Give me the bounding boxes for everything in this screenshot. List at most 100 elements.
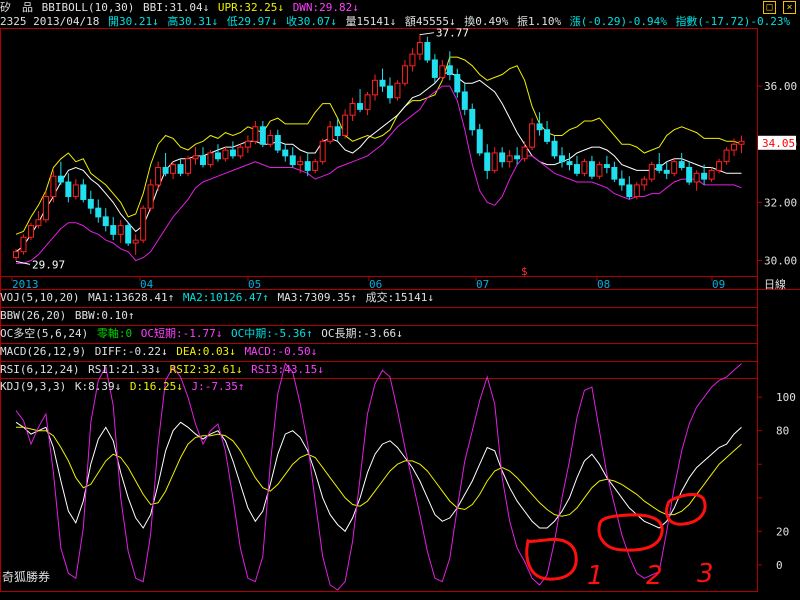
dividend-marker: $	[521, 265, 528, 278]
close-price: 收30.07↓	[286, 15, 337, 28]
candle-up	[50, 175, 57, 198]
rsi-2: RSI2:32.61↓	[169, 363, 243, 376]
macd-row[interactable]: MACD(26,12,9) DIFF:-0.22↓ DEA:0.03↓ MACD…	[0, 344, 319, 360]
candle-up	[140, 207, 147, 241]
candle-up	[192, 155, 199, 160]
candle-up	[633, 184, 640, 198]
candle-up	[416, 42, 423, 55]
candle-down	[446, 65, 453, 75]
candle-down	[588, 161, 595, 177]
kdj-d	[16, 426, 742, 517]
candle-up	[244, 140, 251, 148]
candle-up	[20, 236, 27, 253]
indicator-name[interactable]: BBIBOLL(10,30)	[42, 1, 135, 14]
quote-line: 2325 2013/04/18 開30.21↓ 高30.31↓ 低29.97↓ …	[0, 14, 792, 30]
oc-name: OC多空(5,6,24)	[0, 327, 89, 340]
change: 漲(-0.29)-0.94%	[569, 15, 667, 28]
candle-down	[573, 164, 580, 174]
voj-volume: 成交:15141↓	[365, 291, 435, 304]
dwn-value: DWN:29.82↓	[292, 1, 359, 14]
code-date: 2325 2013/04/18	[0, 15, 100, 28]
candle-up	[521, 146, 528, 160]
candle-up	[372, 79, 379, 96]
price-tick-label: 30.00	[764, 254, 797, 267]
close-icon[interactable]: ×	[783, 1, 796, 14]
kdj-d: D:16.25↓	[129, 380, 183, 393]
macd-dea: DEA:0.03↓	[176, 345, 236, 358]
month-label: 08	[597, 278, 610, 291]
candle-up	[693, 172, 700, 183]
open-price: 開30.21↓	[107, 15, 159, 28]
bbw-row[interactable]: BBW(26,20) BBW:0.10↑	[0, 308, 136, 324]
stock-name: 矽 品	[0, 1, 33, 14]
candle-up	[27, 225, 34, 238]
candle-down	[386, 85, 393, 99]
candle-up	[147, 184, 154, 209]
candle-down	[701, 172, 708, 180]
candle-down	[566, 161, 573, 166]
period-label: 日線	[764, 277, 786, 291]
low-mark-label: 29.97	[32, 258, 65, 271]
price-axis: 36.0034.0032.0030.0034.0537.7729.97	[15, 27, 797, 271]
annotation-circle-1	[525, 537, 578, 581]
kdj-j: J:-7.35↑	[191, 380, 245, 393]
oc-row[interactable]: OC多空(5,6,24) 零軸:0 OC短期:-1.77↓ OC中期:-5.36…	[0, 326, 405, 342]
kdj-lines	[15, 362, 742, 591]
volume: 量15141↓	[345, 15, 397, 28]
window-restore-icon[interactable]: □	[763, 1, 776, 14]
candle-down	[603, 164, 610, 168]
candle-down	[454, 73, 461, 93]
candle-up	[252, 126, 259, 142]
candle-down	[95, 207, 102, 218]
high-price: 高30.31↓	[167, 15, 219, 28]
band-dwn	[16, 85, 742, 264]
candle-down	[357, 103, 364, 110]
kdj-k: K:8.39↓	[74, 380, 122, 393]
kdj-axis: 100 80 20 0	[757, 391, 796, 572]
candle-down	[65, 181, 72, 198]
candle-down	[80, 184, 87, 200]
candle-up	[671, 161, 678, 174]
voj-name: VOJ(5,10,20)	[0, 291, 80, 304]
candle-up	[342, 114, 349, 137]
candle-down	[663, 169, 670, 174]
candle-down	[102, 216, 109, 227]
annotation-circle-2	[597, 513, 664, 552]
candle-down	[536, 123, 543, 131]
oc-short: OC短期:-1.77↓	[140, 327, 223, 340]
price-tick-label: 32.00	[764, 196, 797, 209]
macd-name: MACD(26,12,9)	[0, 345, 87, 358]
candle-up	[596, 164, 603, 177]
candle-down	[87, 198, 94, 209]
candle-down	[656, 164, 663, 171]
candle-up	[267, 135, 274, 145]
candle-up	[738, 140, 745, 145]
oc-long: OC長期:-3.66↓	[321, 327, 403, 340]
candle-down	[424, 42, 431, 61]
kdj-row[interactable]: KDJ(9,3,3) K:8.39↓ D:16.25↓ J:-7.35↑	[0, 379, 246, 395]
candle-down	[611, 166, 618, 180]
band-upr	[15, 56, 742, 235]
candle-up	[731, 143, 738, 151]
candle-up	[170, 164, 177, 174]
candle-up	[72, 184, 79, 198]
kdj-name: KDJ(9,3,3)	[0, 380, 67, 393]
macd-macd: MACD:-0.50↓	[244, 345, 318, 358]
macd-diff: DIFF:-0.22↓	[94, 345, 168, 358]
candle-down	[618, 178, 625, 186]
candle-down	[431, 59, 438, 78]
kdj-tick-label: 100	[776, 391, 796, 404]
candle-down	[57, 175, 64, 183]
amount: 額45555↓	[404, 15, 456, 28]
turnover: 換0.49%	[464, 15, 509, 28]
kdj-tick-label: 80	[776, 425, 789, 438]
annotation-number-3: 3	[697, 559, 714, 589]
rsi-row[interactable]: RSI(6,12,24) RSI1:21.33↓ RSI2:32.61↓ RSI…	[0, 362, 326, 378]
candle-down	[162, 166, 169, 174]
oc-mid: OC中期:-5.36↑	[230, 327, 313, 340]
candle-up	[42, 196, 49, 221]
candle-up	[13, 251, 19, 259]
candle-down	[334, 126, 341, 137]
voj-row[interactable]: VOJ(5,10,20) MA1:13628.41↑ MA2:10126.47↑…	[0, 290, 436, 306]
candle-up	[491, 152, 498, 171]
